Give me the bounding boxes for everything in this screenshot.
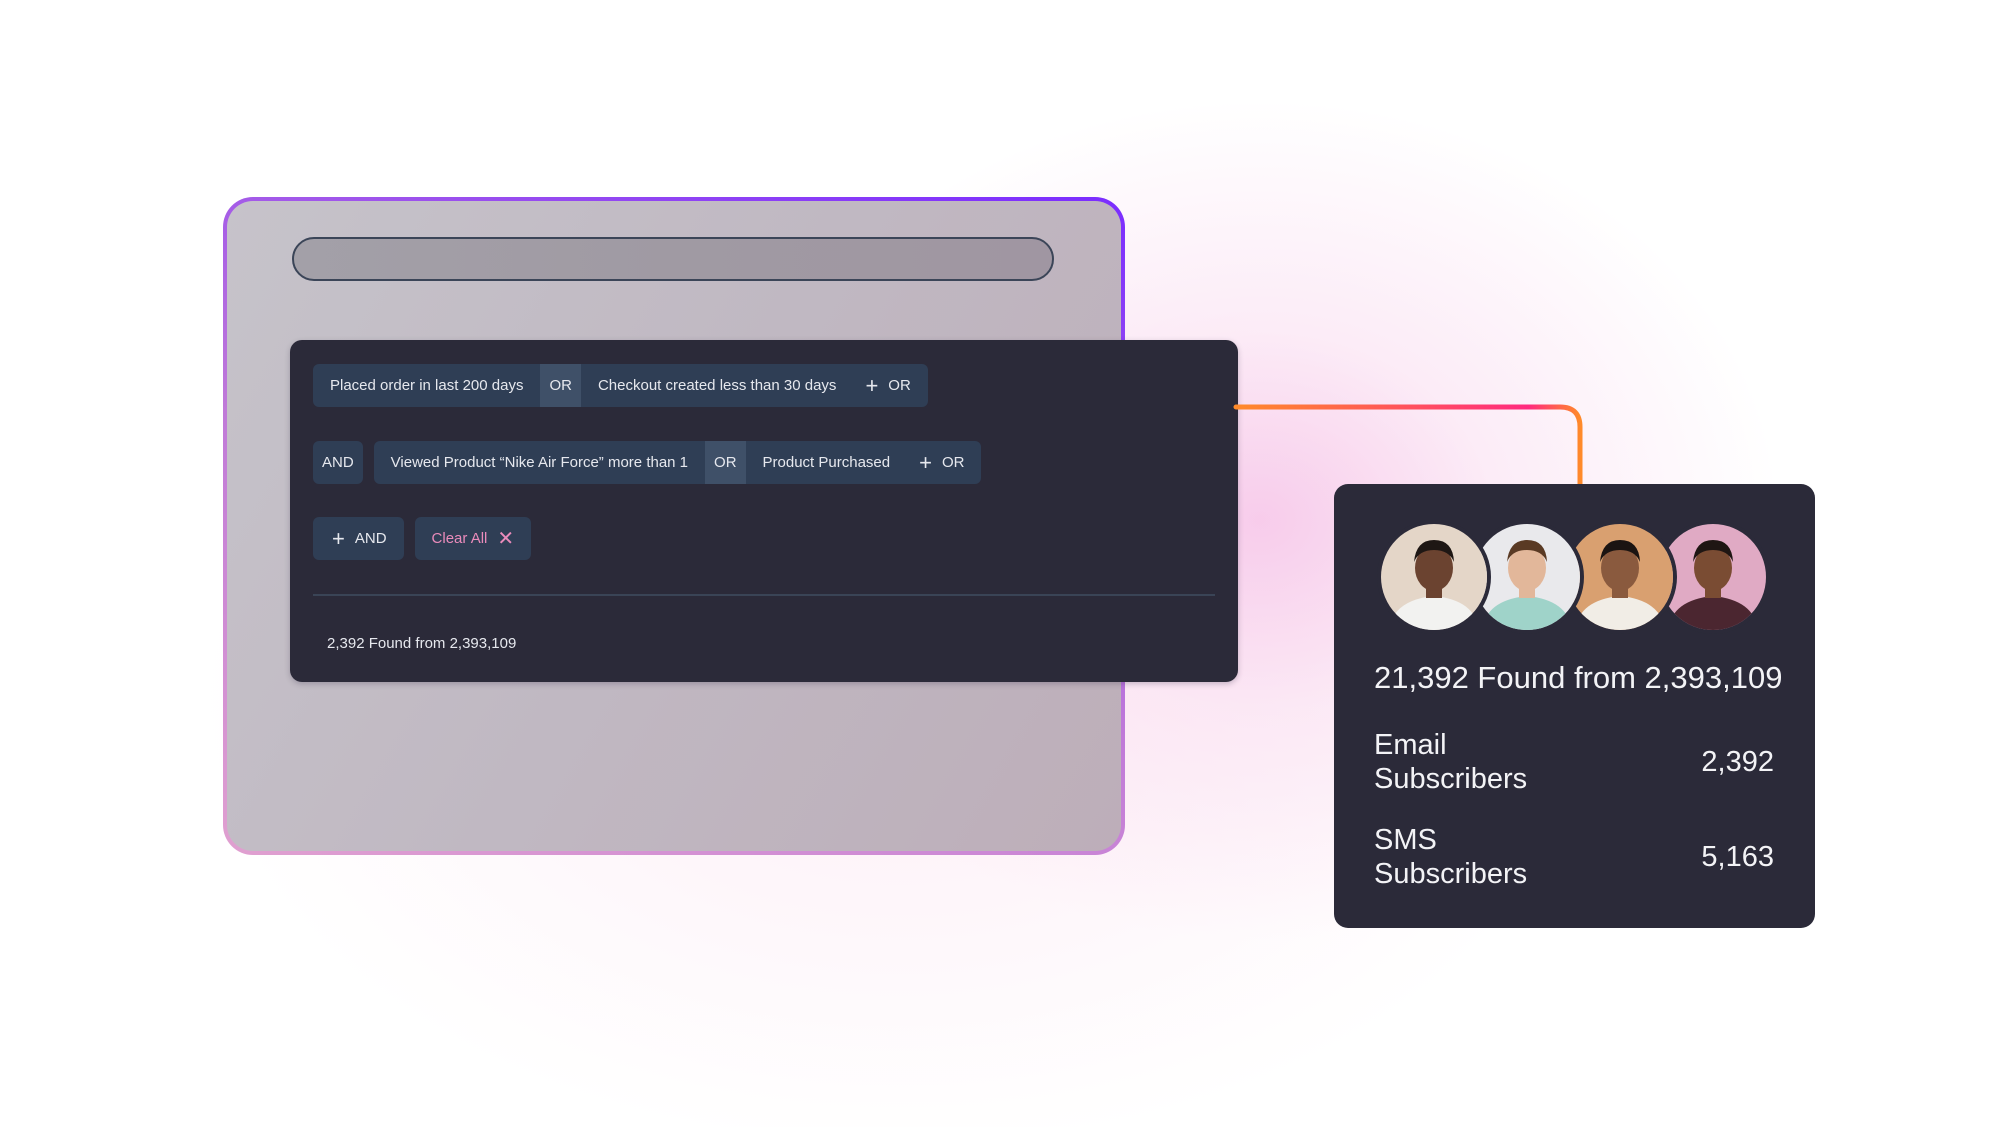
add-or-label: OR	[888, 377, 911, 394]
or-condition-group: Viewed Product “Nike Air Force” more tha…	[373, 441, 982, 484]
filter-condition-chip[interactable]: Product Purchased	[746, 441, 908, 484]
connector-path	[1233, 404, 1583, 492]
filter-condition-chip[interactable]: Checkout created less than 30 days	[581, 364, 853, 407]
clear-all-label: Clear All	[431, 530, 488, 547]
filter-condition-chip[interactable]: Placed order in last 200 days	[313, 364, 540, 407]
avatar-image	[1381, 524, 1487, 630]
email-subscribers-stat: Email Subscribers 2,392	[1374, 728, 1774, 796]
sms-subscribers-stat: SMS Subscribers 5,163	[1374, 823, 1774, 891]
avatar-1	[1381, 524, 1487, 630]
add-and-button[interactable]: + AND	[313, 517, 404, 560]
or-joiner: OR	[540, 364, 581, 407]
and-joiner: AND	[313, 441, 363, 484]
avatar-2	[1474, 524, 1580, 630]
stat-value: 2,392	[1701, 745, 1774, 778]
filter-condition-chip[interactable]: Viewed Product “Nike Air Force” more tha…	[374, 441, 705, 484]
plus-icon: +	[865, 372, 879, 398]
result-count: 2,392 Found from 2,393,109	[327, 635, 517, 652]
avatar-3	[1567, 524, 1673, 630]
close-icon: ✕	[497, 527, 515, 550]
add-or-button[interactable]: + OR	[853, 364, 927, 407]
audience-found-count: 21,392 Found from 2,393,109	[1374, 660, 1783, 695]
add-or-label: OR	[941, 454, 965, 471]
add-and-label: AND	[354, 530, 387, 547]
stat-value: 5,163	[1701, 840, 1774, 873]
avatar-4	[1660, 524, 1766, 630]
segment-filter-panel: Placed order in last 200 days OR Checkou…	[290, 340, 1238, 682]
avatar-group	[1381, 524, 1781, 634]
filter-actions: + AND Clear All ✕	[313, 517, 532, 560]
clear-all-button[interactable]: Clear All ✕	[414, 517, 532, 560]
or-joiner: OR	[705, 441, 746, 484]
or-condition-group: Placed order in last 200 days OR Checkou…	[313, 364, 928, 407]
divider	[313, 594, 1215, 596]
audience-summary-card: 21,392 Found from 2,393,109 Email Subscr…	[1334, 484, 1815, 928]
filter-row-1: Placed order in last 200 days OR Checkou…	[313, 364, 928, 407]
stat-label: SMS Subscribers	[1374, 824, 1528, 890]
avatar-image	[1567, 524, 1673, 630]
search-input[interactable]	[292, 237, 1054, 281]
connector-line	[1233, 404, 1583, 492]
add-or-button[interactable]: + OR	[907, 441, 981, 484]
plus-icon: +	[919, 449, 932, 475]
avatar-image	[1660, 524, 1766, 630]
stat-label: Email Subscribers	[1374, 729, 1528, 795]
avatar-image	[1474, 524, 1580, 630]
filter-row-2: AND Viewed Product “Nike Air Force” more…	[313, 441, 982, 484]
plus-icon: +	[332, 525, 345, 551]
